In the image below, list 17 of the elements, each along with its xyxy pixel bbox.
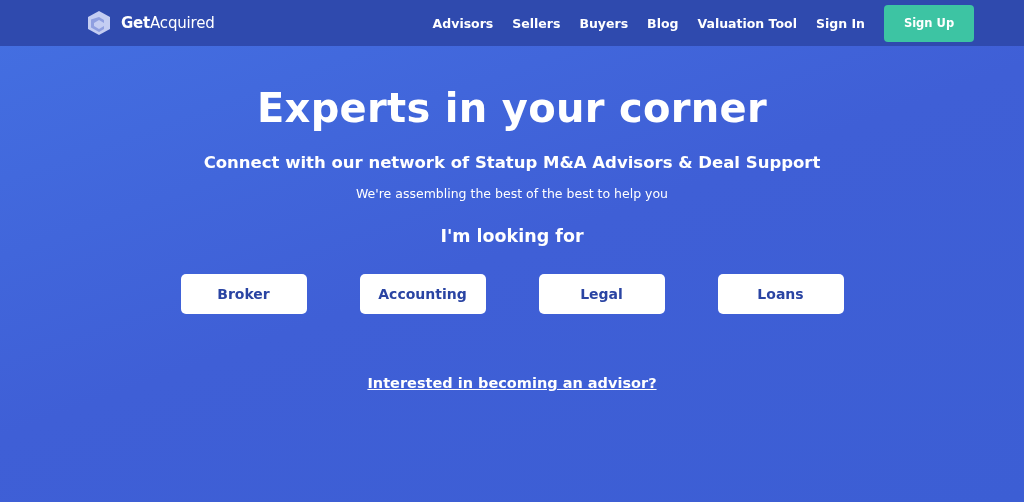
nav-link[interactable]: Sign In [815, 15, 865, 31]
option-button[interactable]: Broker [180, 274, 307, 314]
option-button[interactable]: Loans [717, 274, 844, 314]
brand-name[interactable]: GetAcquired [121, 14, 215, 32]
option-button[interactable]: Legal [538, 274, 665, 314]
option-button[interactable]: Accounting [359, 274, 486, 314]
nav-link[interactable]: Valuation Tool [697, 15, 797, 31]
prompt-heading: I'm looking for [440, 225, 584, 248]
hero-title: Experts in your corner [256, 84, 768, 132]
nav-link[interactable]: Buyers [579, 15, 629, 31]
logo-icon [87, 10, 111, 36]
hero-note: We're assembling the best of the best to help you [355, 186, 669, 202]
advisor-link[interactable]: Interested in becoming an advisor? [367, 375, 657, 391]
nav-link[interactable]: Advisors [432, 15, 494, 31]
nav-link[interactable]: Sellers [512, 15, 561, 31]
hero-subtitle: Connect with our network of Statup M&A Advisors & Deal Support [203, 152, 821, 174]
nav-link[interactable]: Blog [647, 15, 679, 31]
